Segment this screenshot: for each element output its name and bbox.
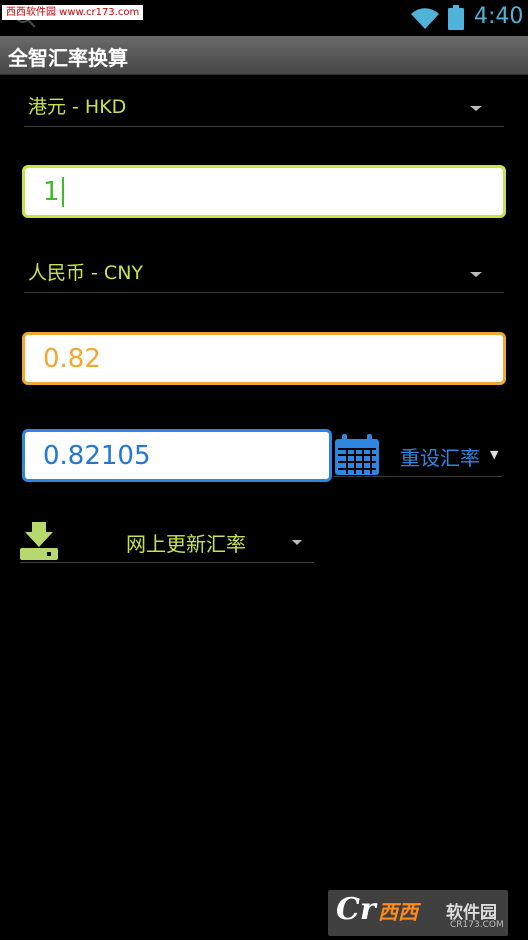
- amount-input[interactable]: 1: [22, 165, 506, 218]
- clock: 4:40: [474, 4, 524, 29]
- to-currency-label: 人民币 - CNY: [28, 262, 144, 284]
- calendar-icon[interactable]: [334, 434, 380, 476]
- chevron-down-icon: [470, 272, 482, 277]
- watermark-logo: Cr 西西 软件园 CR173.COM: [328, 890, 508, 936]
- watermark-cr: Cr: [336, 892, 376, 927]
- to-currency-spinner[interactable]: 人民币 - CNY: [24, 258, 504, 293]
- chevron-down-icon: ▼: [490, 448, 499, 461]
- reset-rate-label: 重设汇率: [400, 446, 480, 470]
- watermark-text: 西西软件园 www.cr173.com: [2, 5, 144, 20]
- action-bar: 全智汇率换算: [0, 36, 528, 75]
- from-currency-label: 港元 - HKD: [28, 96, 127, 118]
- from-currency-spinner[interactable]: 港元 - HKD: [24, 92, 504, 127]
- app-title: 全智汇率换算: [8, 46, 128, 70]
- amount-value: 1: [43, 176, 60, 207]
- text-cursor: [61, 176, 64, 207]
- update-rate-online-label: 网上更新汇率: [126, 532, 246, 556]
- download-icon: [20, 522, 58, 560]
- status-bar: 西西软件园 www.cr173.com 4:40: [0, 0, 528, 36]
- wifi-icon: [411, 8, 439, 29]
- watermark-url: CR173.COM: [450, 920, 504, 930]
- battery-icon: [448, 5, 464, 30]
- chevron-down-icon: [470, 106, 482, 111]
- rate-input[interactable]: 0.82105: [22, 429, 332, 482]
- result-field[interactable]: 0.82: [22, 332, 506, 385]
- watermark-logo-text: 西西: [378, 900, 418, 924]
- rate-value: 0.82105: [43, 440, 151, 471]
- update-rate-online-spinner[interactable]: 网上更新汇率: [20, 520, 314, 563]
- chevron-down-icon: [292, 540, 302, 545]
- result-value: 0.82: [43, 343, 101, 374]
